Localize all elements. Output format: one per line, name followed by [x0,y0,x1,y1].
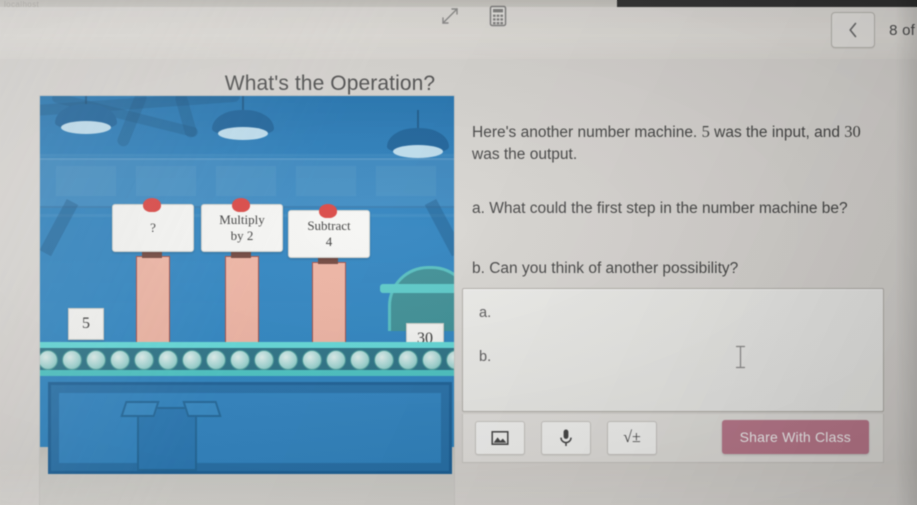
belt-roller [302,350,322,370]
answer-input-area[interactable]: a. b. [462,288,884,412]
sign-pin [232,198,250,212]
belt-roller [86,350,106,370]
expand-arrows-icon[interactable] [438,4,462,28]
question-input-value: 5 [701,122,710,141]
input-number-card: 5 [68,308,104,340]
lamp-cord [85,96,87,104]
question-intro: Here's another number machine. 5 was the… [472,120,892,166]
question-intro-line2-before: and [814,124,840,141]
chevron-left-icon [849,22,857,38]
crate-flap-right [182,401,222,417]
machine-sign-2-line1: Multiply [219,212,265,228]
answer-label-a: a. [479,305,491,321]
lamp-cord [242,96,244,110]
machine-sign-1-line1: ? [150,220,156,236]
microphone-icon [560,429,572,446]
belt-rollers [40,350,454,370]
question-intro-before: Here's another number machine. [472,124,698,141]
belt-roller [278,350,298,370]
belt-roller [374,350,394,370]
belt-roller [182,350,202,370]
dome-bar [380,284,454,293]
answer-toolbar: √± Share With Class [462,414,884,463]
question-part-a: a. What could the first step in the numb… [472,200,848,217]
machine-sign-3-line2: 4 [325,234,333,249]
belt-roller [206,350,226,370]
belt-roller [40,350,58,370]
beam-segment [56,166,116,196]
page-counter: 8 of [889,21,915,39]
belt-roller [446,350,454,370]
insert-image-button[interactable] [475,421,525,455]
previous-page-button[interactable] [831,12,876,48]
sign-pin [143,198,161,212]
beam-segment [376,166,436,196]
answer-label-b: b. [479,349,491,365]
pagination-controls: 8 of [831,12,917,48]
text-cursor-icon [735,345,746,369]
sign-pin [319,204,337,218]
share-with-class-button[interactable]: Share With Class [721,420,869,454]
belt-roller [254,350,274,370]
belt-roller [134,350,154,370]
belt-roller [110,350,130,370]
machine-sign-2-line2: by 2 [230,228,254,243]
belt-roller [350,350,370,370]
machine-sign-3-line1: Subtract [307,218,351,234]
answer-label-b-text: b. [479,349,492,365]
crate-flap-left [120,401,160,417]
machine-base-inner [57,391,443,465]
browser-chrome-dark-edge [617,0,917,7]
lamp-bulb [61,121,111,134]
app-screen: localhost 8 of What's the Operation? ? M… [0,0,917,505]
question-intro-mid: was the input, [714,124,810,141]
belt-roller [62,350,82,370]
lamp-cord [417,110,419,128]
voice-record-button[interactable] [541,421,591,455]
belt-roller [326,350,346,370]
lamp-bulb [218,127,268,140]
math-formula-icon: √± [623,429,641,446]
question-intro-line2-after: was the output. [472,146,578,163]
math-input-button[interactable]: √± [607,421,657,455]
beam-segment [136,166,196,196]
belt-roller [230,350,250,370]
belt-roller [398,350,418,370]
beam-segment [296,166,356,196]
page-title: What's the Operation? [224,72,436,95]
screen-edge-shadow [895,0,917,505]
topbar-tools [438,4,510,28]
toolbar-buttons: √± [475,421,657,455]
wall-band [40,154,454,157]
image-icon [491,431,509,445]
belt-bottom-rail [40,370,454,376]
machine-base-panel [48,382,452,474]
answer-label-a-text: a. [479,305,492,321]
beam-segment [216,166,276,196]
belt-roller [158,350,178,370]
number-machine-illustration: ? Multiply by 2 Subtract 4 5 30 [40,96,454,505]
question-part-b: b. Can you think of another possibility? [472,260,739,277]
conveyor-belt [40,342,454,378]
question-output-value: 30 [844,122,861,141]
belt-roller [422,350,442,370]
lamp-bulb [393,145,443,158]
calculator-icon[interactable] [486,4,510,28]
